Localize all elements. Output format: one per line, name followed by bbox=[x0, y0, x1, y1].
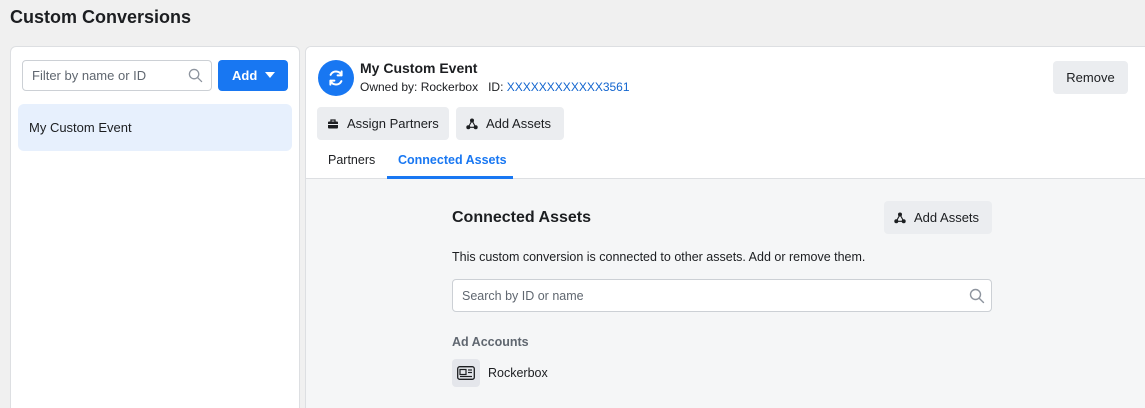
section-description: This custom conversion is connected to o… bbox=[452, 250, 866, 264]
assign-partners-label: Assign Partners bbox=[347, 116, 439, 131]
event-title: My Custom Event bbox=[360, 60, 478, 76]
assets-icon bbox=[894, 212, 906, 224]
add-assets-label: Add Assets bbox=[914, 210, 980, 225]
id-link[interactable]: XXXXXXXXXXXX3561 bbox=[507, 80, 630, 94]
list-item-label: My Custom Event bbox=[29, 120, 132, 135]
detail-panel: My Custom Event Owned by: Rockerbox ID: … bbox=[305, 46, 1145, 408]
tab-connected-assets[interactable]: Connected Assets bbox=[387, 153, 513, 179]
list-item-ad-account[interactable]: Rockerbox bbox=[452, 359, 548, 387]
refresh-icon bbox=[318, 60, 354, 96]
search-icon bbox=[188, 68, 203, 88]
assets-icon bbox=[466, 118, 478, 130]
filter-input[interactable] bbox=[23, 61, 183, 90]
connected-assets-body: Connected Assets Add Assets This custom … bbox=[306, 179, 1145, 408]
owner-label: Owned by: bbox=[360, 80, 418, 94]
detail-header: My Custom Event Owned by: Rockerbox ID: … bbox=[306, 47, 1145, 179]
caret-down-icon bbox=[265, 72, 275, 78]
filter-field[interactable] bbox=[22, 60, 212, 91]
owner-name: Rockerbox bbox=[420, 80, 479, 94]
tab-partners[interactable]: Partners bbox=[328, 153, 375, 179]
page-title: Custom Conversions bbox=[10, 7, 192, 27]
ad-accounts-label: Ad Accounts bbox=[452, 335, 529, 349]
ad-account-name: Rockerbox bbox=[488, 366, 548, 380]
asset-search-input[interactable] bbox=[453, 280, 953, 311]
add-button-label: Add bbox=[232, 68, 258, 83]
connected-assets-section: Connected Assets Add Assets This custom … bbox=[452, 179, 992, 408]
briefcase-icon bbox=[327, 118, 339, 130]
section-title: Connected Assets bbox=[452, 209, 591, 226]
remove-button[interactable]: Remove bbox=[1053, 61, 1128, 94]
add-assets-button-secondary[interactable]: Add Assets bbox=[884, 201, 992, 234]
add-button[interactable]: Add bbox=[218, 60, 288, 91]
search-icon bbox=[969, 288, 985, 309]
list-item-my-custom-event[interactable]: My Custom Event bbox=[18, 104, 292, 151]
assign-partners-button[interactable]: Assign Partners bbox=[317, 107, 449, 140]
remove-button-label: Remove bbox=[1066, 70, 1115, 85]
ad-account-icon bbox=[452, 359, 480, 387]
add-assets-label: Add Assets bbox=[486, 116, 552, 131]
owner-line: Owned by: Rockerbox ID: XXXXXXXXXXXX3561 bbox=[360, 80, 630, 94]
id-label: ID: bbox=[488, 80, 504, 94]
asset-search-field[interactable] bbox=[452, 279, 992, 312]
add-assets-button[interactable]: Add Assets bbox=[456, 107, 564, 140]
conversion-list-panel: Add My Custom Event bbox=[10, 46, 300, 408]
